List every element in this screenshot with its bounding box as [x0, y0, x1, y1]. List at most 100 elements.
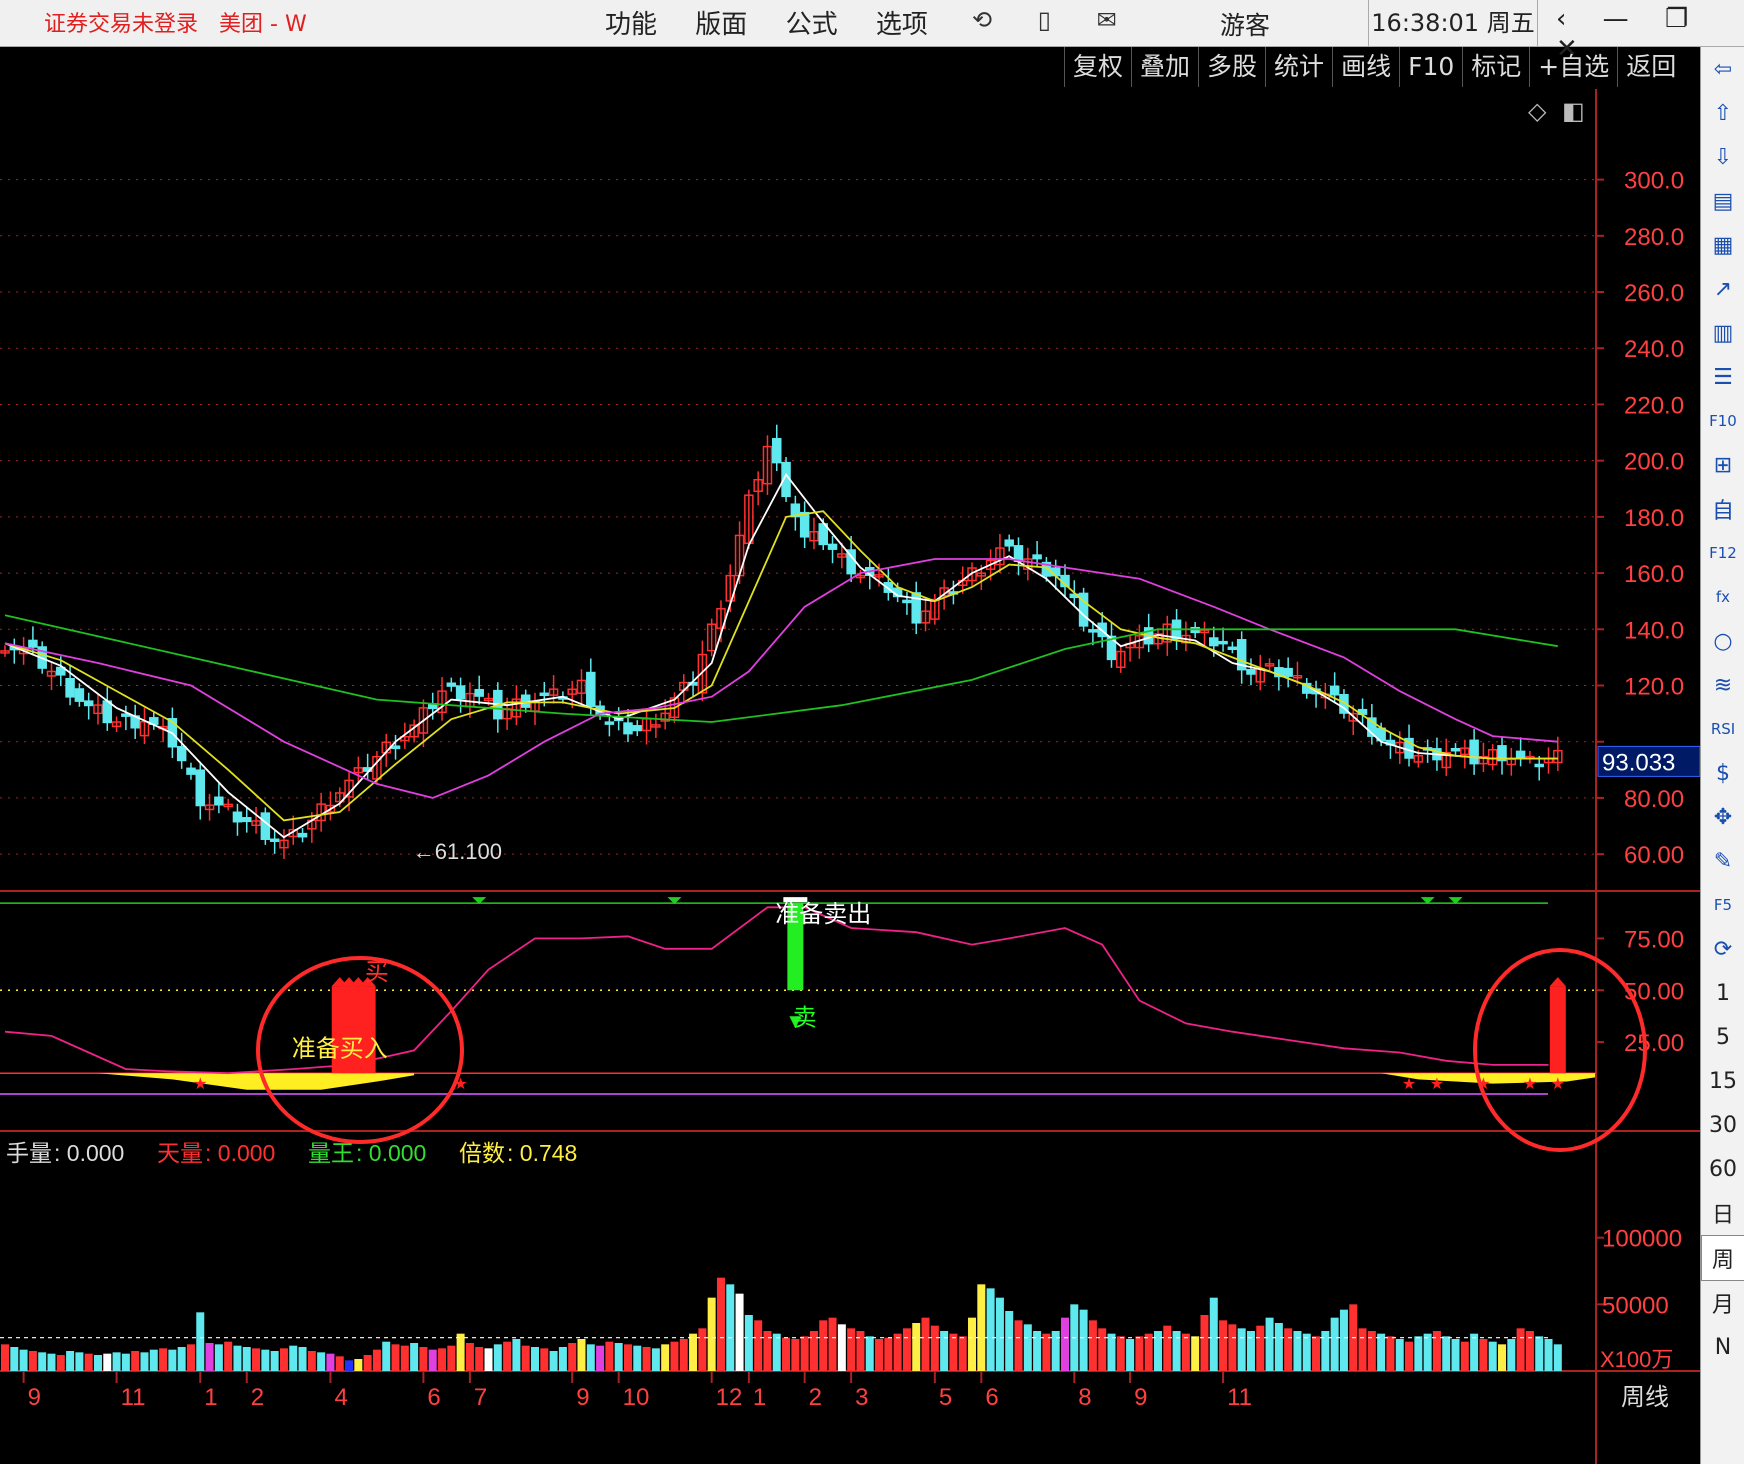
- rsi-icon[interactable]: RSI: [1701, 707, 1744, 751]
- period-23[interactable]: 15: [1701, 1059, 1744, 1103]
- volume-bar: [1386, 1336, 1395, 1371]
- circle-icon[interactable]: ○: [1701, 619, 1744, 663]
- f5-icon[interactable]: F5: [1701, 883, 1744, 927]
- volume-bar: [1377, 1333, 1386, 1371]
- period-25[interactable]: 60: [1701, 1147, 1744, 1191]
- x-tick-label: 10: [623, 1384, 650, 1411]
- user-label[interactable]: 游客: [1220, 6, 1270, 42]
- volume-bar: [856, 1331, 865, 1371]
- f10-button[interactable]: F10: [1399, 47, 1462, 87]
- candle-body: [586, 671, 596, 707]
- price-tick-label: 120.0: [1624, 674, 1684, 701]
- volume-bar: [1088, 1320, 1097, 1371]
- volume-bar: [1405, 1341, 1414, 1371]
- candle-body: [474, 688, 484, 697]
- volume-bar: [735, 1293, 744, 1371]
- f10-icon[interactable]: F10: [1701, 399, 1744, 443]
- multi-stock-button[interactable]: 多股: [1198, 47, 1265, 87]
- line-chart-icon[interactable]: ↗: [1701, 267, 1744, 311]
- period-29[interactable]: N: [1701, 1325, 1744, 1369]
- volume-bar: [205, 1343, 214, 1371]
- table-icon[interactable]: ▦: [1701, 223, 1744, 267]
- return-button[interactable]: 返回: [1617, 47, 1684, 87]
- menu-layout[interactable]: 版面: [695, 10, 747, 40]
- volume-bar: [131, 1351, 140, 1371]
- x-tick-label: 1: [204, 1384, 217, 1411]
- candle-body: [242, 817, 252, 823]
- formula-icon[interactable]: fx: [1701, 575, 1744, 619]
- period-24[interactable]: 30: [1701, 1103, 1744, 1147]
- vol-legend-value: : 0.000: [54, 1140, 124, 1166]
- report-icon[interactable]: ▤: [1701, 179, 1744, 223]
- price-tick-label: 60.00: [1624, 842, 1684, 869]
- x-tick-label: 1: [753, 1384, 766, 1411]
- volume-bar: [847, 1328, 856, 1371]
- chat-icon[interactable]: ⟲: [972, 6, 992, 34]
- period-28[interactable]: 月: [1701, 1281, 1744, 1325]
- volume-bar: [289, 1345, 298, 1371]
- volume-bar: [1312, 1336, 1321, 1371]
- candlestick-icon[interactable]: ▥: [1701, 311, 1744, 355]
- stats-button[interactable]: 统计: [1265, 47, 1332, 87]
- volume-bar: [84, 1353, 93, 1371]
- draw-line-button[interactable]: 画线: [1332, 47, 1399, 87]
- chart-canvas[interactable]: 300.0280.0260.0240.0220.0200.0180.0160.0…: [0, 89, 1700, 1464]
- down-arrow-icon[interactable]: ⇩: [1701, 135, 1744, 179]
- period-26[interactable]: 日: [1701, 1191, 1744, 1235]
- menu-formula[interactable]: 公式: [786, 10, 838, 40]
- restore-icon[interactable]: ❐: [1665, 4, 1688, 34]
- f12-icon[interactable]: F12: [1701, 531, 1744, 575]
- volume-bar: [763, 1331, 772, 1371]
- candle-body: [455, 685, 466, 700]
- vol-legend-label: 天量: [157, 1140, 203, 1166]
- volume-bar: [354, 1359, 363, 1371]
- left-arrow-icon[interactable]: ⇦: [1701, 47, 1744, 91]
- add-watchlist-button[interactable]: +自选: [1529, 47, 1617, 87]
- volume-bar: [716, 1277, 725, 1371]
- up-arrow-icon[interactable]: ⇧: [1701, 91, 1744, 135]
- mail-icon[interactable]: ✉: [1097, 6, 1117, 34]
- pencil-icon[interactable]: ✎: [1701, 839, 1744, 883]
- menu-function[interactable]: 功能: [605, 10, 657, 40]
- volume-bar: [224, 1341, 233, 1371]
- mark-button[interactable]: 标记: [1462, 47, 1529, 87]
- restore-rights-button[interactable]: 复权: [1064, 47, 1131, 87]
- candle-body: [232, 811, 243, 823]
- volume-bar: [633, 1345, 642, 1371]
- volume-bar: [661, 1344, 670, 1371]
- x-tick-label: 9: [28, 1384, 41, 1411]
- move-icon[interactable]: ✥: [1701, 795, 1744, 839]
- main-menu: 功能 版面 公式 选项: [605, 4, 958, 41]
- volume-bar: [1479, 1339, 1488, 1371]
- menu-options[interactable]: 选项: [876, 10, 928, 40]
- wave-icon[interactable]: ≋: [1701, 663, 1744, 707]
- volume-bar: [19, 1349, 28, 1371]
- list-icon[interactable]: ☰: [1701, 355, 1744, 399]
- volume-bar: [484, 1348, 493, 1371]
- volume-bar: [1191, 1336, 1200, 1371]
- period-21[interactable]: 1: [1701, 971, 1744, 1015]
- phone-icon[interactable]: ▯: [1038, 6, 1051, 34]
- volume-bar: [168, 1349, 177, 1371]
- refresh-icon[interactable]: ⟳: [1701, 927, 1744, 971]
- candle-body: [195, 769, 206, 807]
- period-27[interactable]: 周: [1701, 1235, 1744, 1281]
- volume-bar: [159, 1348, 168, 1371]
- period-22[interactable]: 5: [1701, 1015, 1744, 1059]
- self-select-icon[interactable]: 自: [1701, 487, 1744, 531]
- dollar-icon[interactable]: $: [1701, 751, 1744, 795]
- volume-bar: [252, 1348, 261, 1371]
- volume-bar: [1302, 1333, 1311, 1371]
- minimize-icon[interactable]: —: [1603, 4, 1629, 34]
- overlay-button[interactable]: 叠加: [1131, 47, 1198, 87]
- x-tick-label: 9: [576, 1384, 589, 1411]
- login-status[interactable]: 证券交易未登录: [44, 12, 198, 37]
- volume-bar: [382, 1341, 391, 1371]
- back-icon[interactable]: ‹: [1556, 4, 1566, 34]
- volume-bar: [912, 1323, 921, 1371]
- volume-bar: [47, 1353, 56, 1371]
- volume-bar: [1265, 1317, 1274, 1371]
- ma-line-2: [4, 558, 1558, 799]
- tree-icon[interactable]: ⊞: [1701, 443, 1744, 487]
- volume-bar: [1544, 1339, 1553, 1371]
